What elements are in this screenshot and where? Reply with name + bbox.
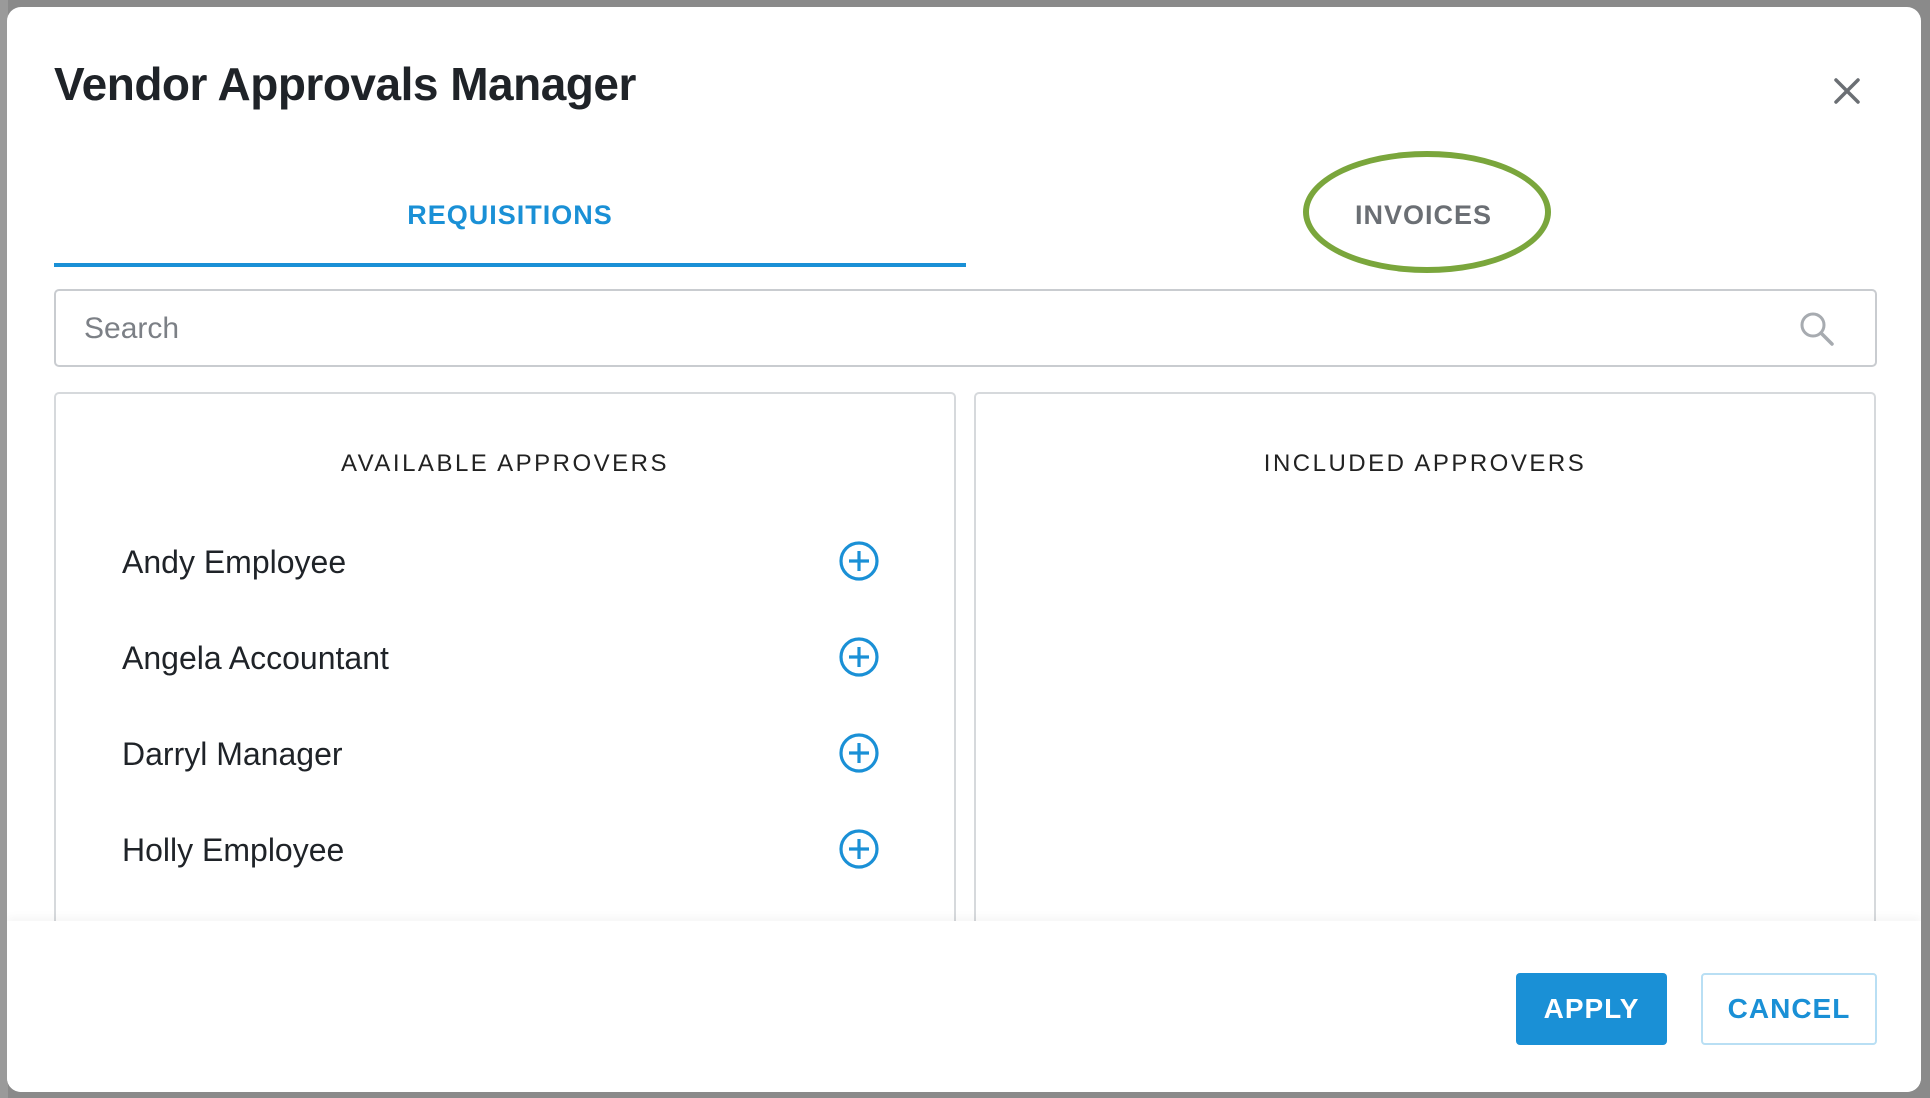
available-approvers-panel: AVAILABLE APPROVERS Andy Employee Angela…: [54, 392, 956, 1012]
add-circle-icon[interactable]: [838, 636, 880, 678]
tab-bar: REQUISITIONS INVOICES: [54, 167, 1881, 267]
tab-invoices[interactable]: INVOICES: [966, 167, 1881, 263]
search-input[interactable]: [82, 303, 1786, 355]
cancel-button[interactable]: CANCEL: [1701, 973, 1877, 1045]
list-item: Angela Accountant: [56, 616, 954, 712]
search-box: [54, 289, 1877, 367]
approver-name: Holly Employee: [122, 832, 345, 868]
apply-button[interactable]: APPLY: [1516, 973, 1667, 1045]
approver-name: Angela Accountant: [122, 640, 389, 676]
included-approvers-heading: INCLUDED APPROVERS: [1263, 450, 1587, 477]
available-approvers-heading: AVAILABLE APPROVERS: [340, 450, 670, 477]
add-circle-icon[interactable]: [838, 540, 880, 582]
search-icon[interactable]: [1797, 309, 1837, 349]
dialog-title: Vendor Approvals Manager: [54, 58, 636, 110]
list-item: Holly Employee: [56, 808, 954, 904]
approver-name: Darryl Manager: [122, 736, 343, 772]
close-icon: [1834, 78, 1860, 104]
vendor-approvals-dialog: Vendor Approvals Manager REQUISITIONS IN…: [7, 7, 1921, 1092]
tab-requisitions[interactable]: REQUISITIONS: [54, 167, 966, 267]
close-button[interactable]: [1825, 69, 1869, 113]
list-item: Darryl Manager: [56, 712, 954, 808]
list-item: Andy Employee: [56, 520, 954, 616]
approver-name: Andy Employee: [122, 544, 347, 580]
included-approvers-panel: INCLUDED APPROVERS: [974, 392, 1876, 1012]
add-circle-icon[interactable]: [838, 828, 880, 870]
add-circle-icon[interactable]: [838, 732, 880, 774]
